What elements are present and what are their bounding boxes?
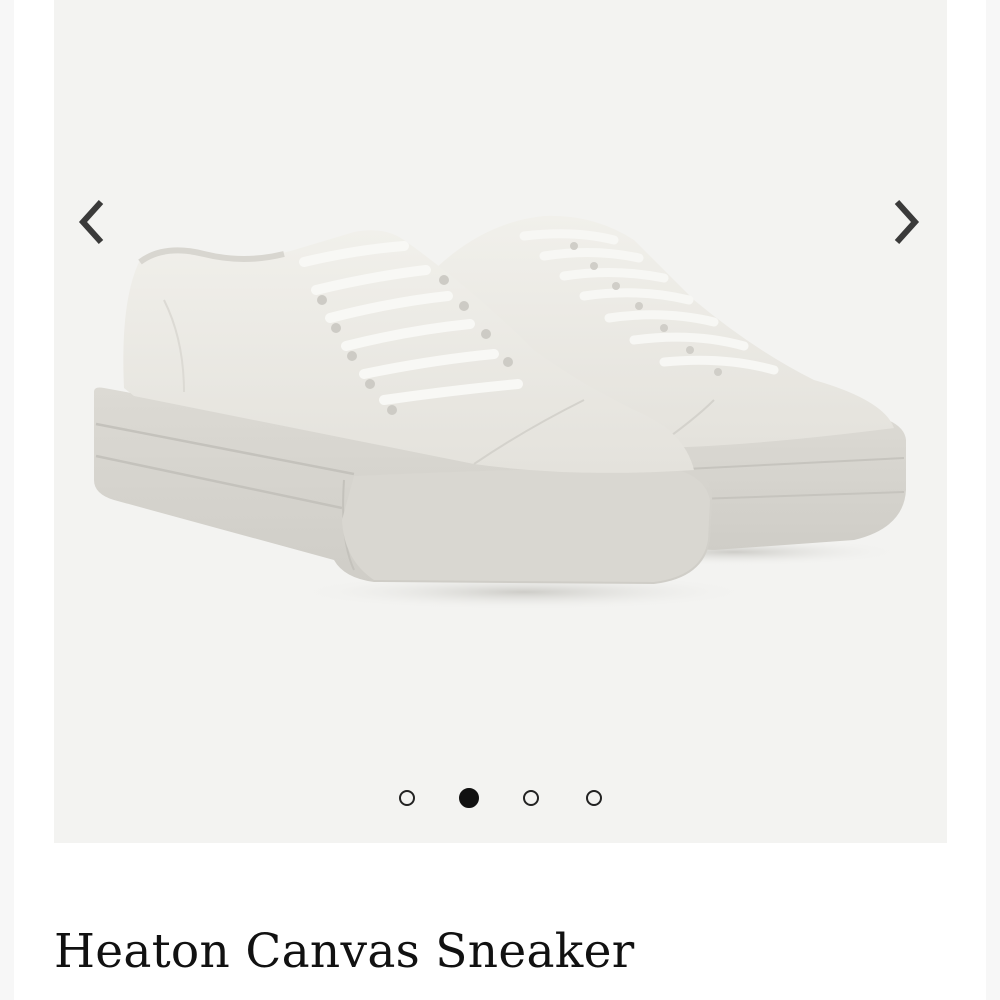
page-gutter-left bbox=[0, 0, 14, 1000]
carousel-dot-3[interactable] bbox=[523, 790, 539, 806]
carousel-dot-1[interactable] bbox=[399, 790, 415, 806]
carousel-dot-4[interactable] bbox=[586, 790, 602, 806]
carousel-dot-2[interactable] bbox=[459, 788, 479, 808]
carousel-prev-button[interactable] bbox=[70, 196, 114, 248]
product-page: Heaton Canvas Sneaker bbox=[0, 0, 1000, 1000]
page-gutter-right bbox=[986, 0, 1000, 1000]
product-image bbox=[94, 215, 906, 610]
carousel-next-button[interactable] bbox=[884, 196, 928, 248]
chevron-right-icon bbox=[894, 199, 920, 245]
carousel-pagination bbox=[54, 788, 947, 810]
chevron-left-icon bbox=[78, 199, 104, 245]
product-image-carousel[interactable] bbox=[54, 0, 947, 843]
product-title: Heaton Canvas Sneaker bbox=[54, 924, 635, 979]
